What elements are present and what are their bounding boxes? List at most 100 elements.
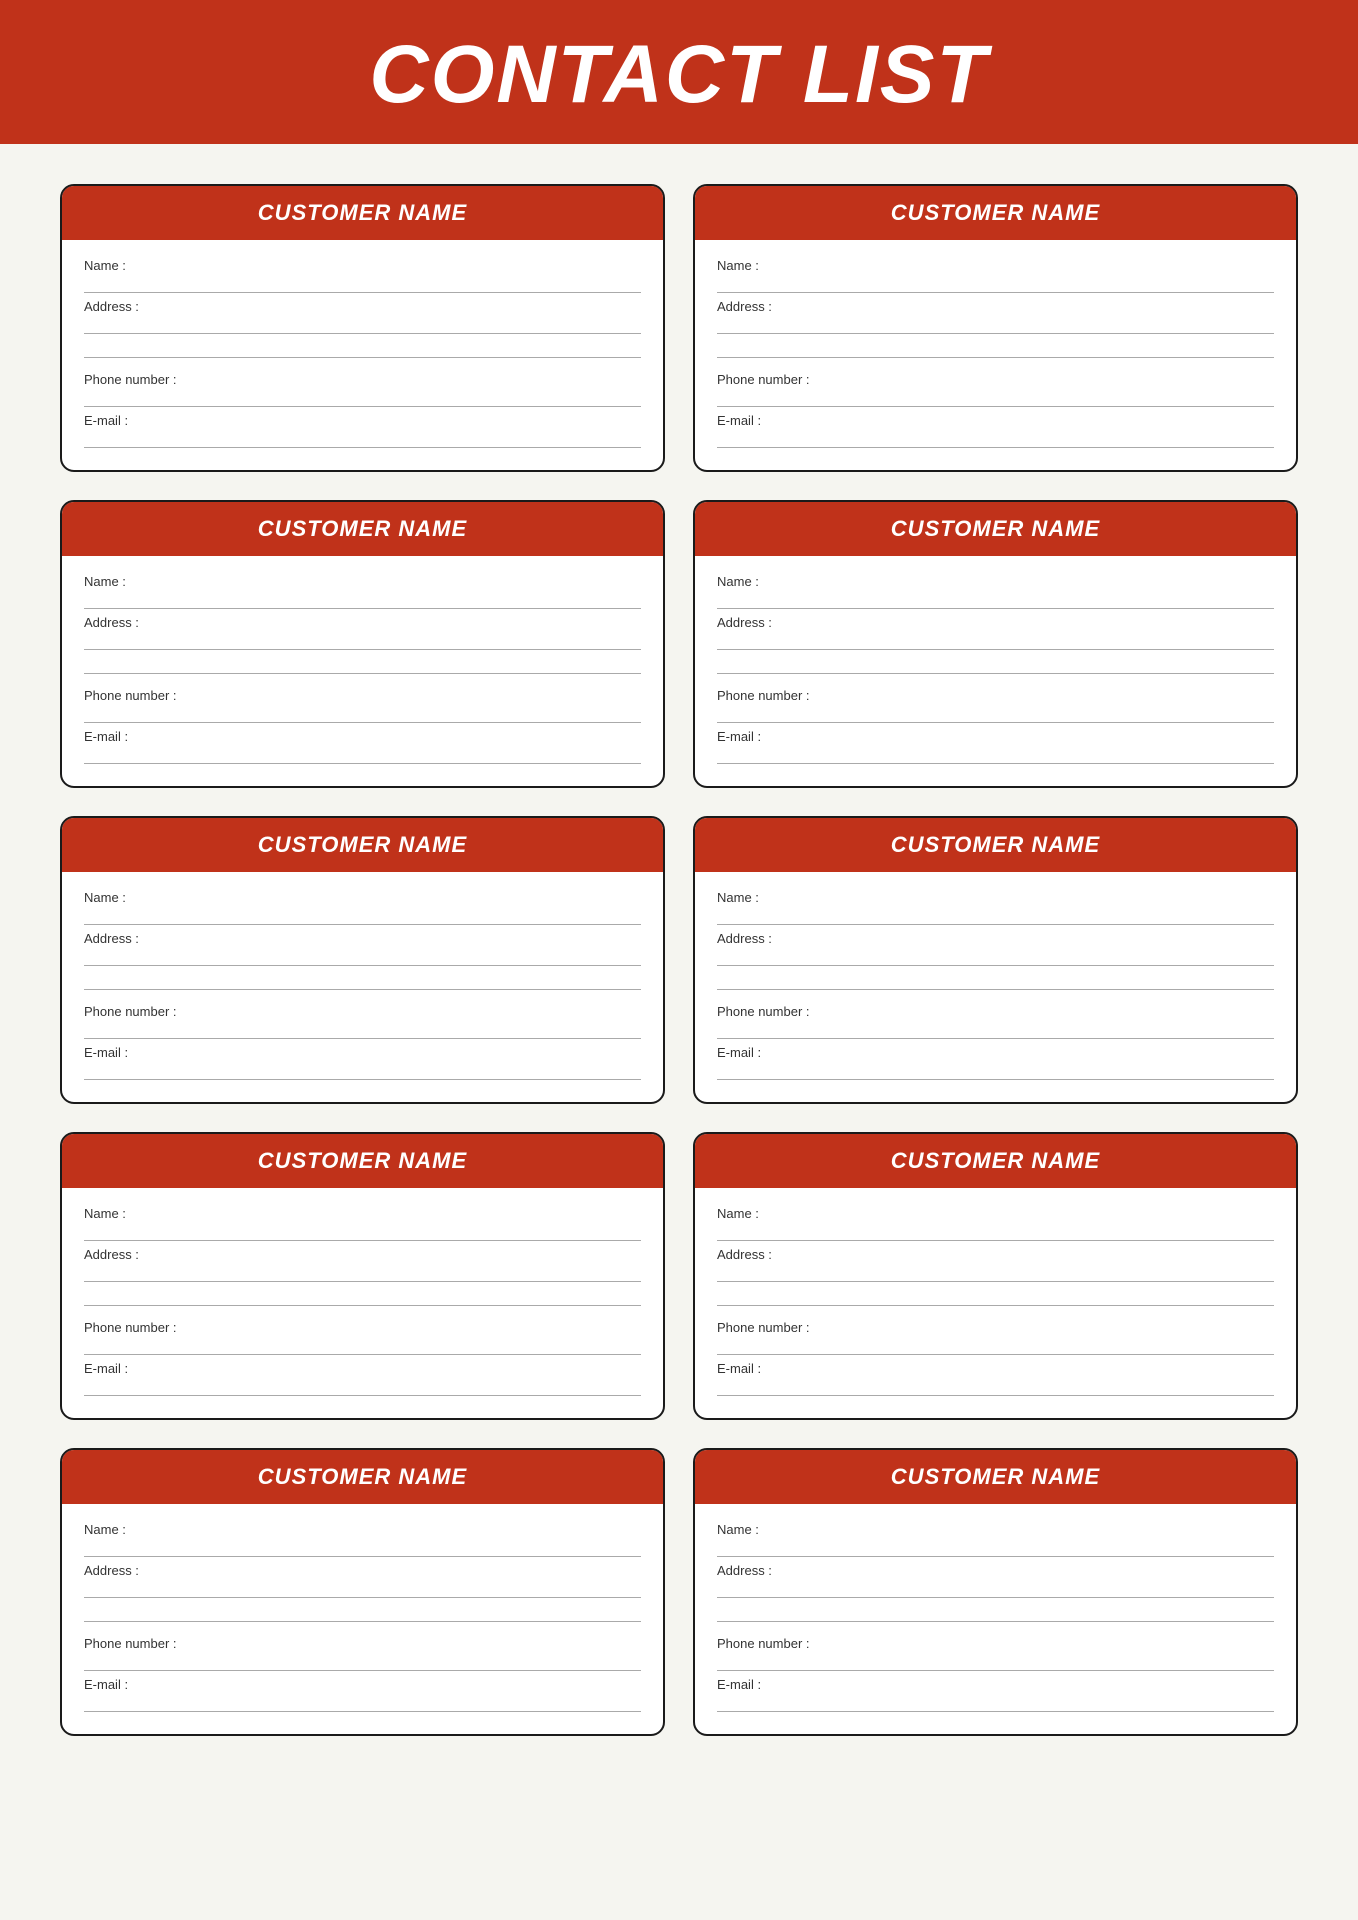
address-line1-1 — [84, 316, 641, 334]
email-line-8 — [717, 1378, 1274, 1396]
email-label-8: E-mail : — [717, 1361, 1274, 1376]
phone-label-3: Phone number : — [84, 688, 641, 703]
name-field-9: Name : — [84, 1522, 641, 1557]
phone-field-7: Phone number : — [84, 1320, 641, 1355]
email-line-4 — [717, 746, 1274, 764]
address-field-10: Address : — [717, 1563, 1274, 1622]
card-body-9: Name : Address : Phone number : E-mail : — [62, 1504, 663, 1734]
card-header-title-6: CUSTOMER NAME — [705, 832, 1286, 858]
phone-line-6 — [717, 1021, 1274, 1039]
card-header-9: CUSTOMER NAME — [62, 1450, 663, 1504]
name-label-8: Name : — [717, 1206, 1274, 1221]
address-field-7: Address : — [84, 1247, 641, 1306]
address-line2-2 — [717, 340, 1274, 358]
email-field-8: E-mail : — [717, 1361, 1274, 1396]
name-label-9: Name : — [84, 1522, 641, 1537]
address-line2-5 — [84, 972, 641, 990]
name-line-9 — [84, 1539, 641, 1557]
card-body-1: Name : Address : Phone number : E-mail : — [62, 240, 663, 470]
name-field-4: Name : — [717, 574, 1274, 609]
name-line-8 — [717, 1223, 1274, 1241]
phone-label-9: Phone number : — [84, 1636, 641, 1651]
contact-card-5: CUSTOMER NAME Name : Address : Phone num… — [60, 816, 665, 1104]
contact-card-6: CUSTOMER NAME Name : Address : Phone num… — [693, 816, 1298, 1104]
card-body-4: Name : Address : Phone number : E-mail : — [695, 556, 1296, 786]
address-line2-1 — [84, 340, 641, 358]
address-line2-6 — [717, 972, 1274, 990]
phone-field-9: Phone number : — [84, 1636, 641, 1671]
contact-card-2: CUSTOMER NAME Name : Address : Phone num… — [693, 184, 1298, 472]
email-label-7: E-mail : — [84, 1361, 641, 1376]
address-line1-4 — [717, 632, 1274, 650]
name-field-5: Name : — [84, 890, 641, 925]
email-field-3: E-mail : — [84, 729, 641, 764]
phone-line-9 — [84, 1653, 641, 1671]
email-line-2 — [717, 430, 1274, 448]
phone-line-10 — [717, 1653, 1274, 1671]
email-field-5: E-mail : — [84, 1045, 641, 1080]
contact-card-1: CUSTOMER NAME Name : Address : Phone num… — [60, 184, 665, 472]
name-line-3 — [84, 591, 641, 609]
phone-line-8 — [717, 1337, 1274, 1355]
phone-field-10: Phone number : — [717, 1636, 1274, 1671]
email-line-5 — [84, 1062, 641, 1080]
email-line-6 — [717, 1062, 1274, 1080]
address-line1-7 — [84, 1264, 641, 1282]
card-body-2: Name : Address : Phone number : E-mail : — [695, 240, 1296, 470]
phone-field-6: Phone number : — [717, 1004, 1274, 1039]
phone-field-3: Phone number : — [84, 688, 641, 723]
phone-label-5: Phone number : — [84, 1004, 641, 1019]
email-line-3 — [84, 746, 641, 764]
address-label-8: Address : — [717, 1247, 1274, 1262]
card-header-title-2: CUSTOMER NAME — [705, 200, 1286, 226]
email-field-4: E-mail : — [717, 729, 1274, 764]
email-label-5: E-mail : — [84, 1045, 641, 1060]
email-label-10: E-mail : — [717, 1677, 1274, 1692]
address-line1-5 — [84, 948, 641, 966]
phone-label-2: Phone number : — [717, 372, 1274, 387]
phone-line-7 — [84, 1337, 641, 1355]
email-field-7: E-mail : — [84, 1361, 641, 1396]
card-body-8: Name : Address : Phone number : E-mail : — [695, 1188, 1296, 1418]
address-label-10: Address : — [717, 1563, 1274, 1578]
card-header-title-9: CUSTOMER NAME — [72, 1464, 653, 1490]
email-line-10 — [717, 1694, 1274, 1712]
cards-row-1: CUSTOMER NAME Name : Address : Phone num… — [60, 184, 1298, 472]
name-line-10 — [717, 1539, 1274, 1557]
contact-card-10: CUSTOMER NAME Name : Address : Phone num… — [693, 1448, 1298, 1736]
email-label-2: E-mail : — [717, 413, 1274, 428]
card-header-10: CUSTOMER NAME — [695, 1450, 1296, 1504]
address-field-3: Address : — [84, 615, 641, 674]
card-header-title-3: CUSTOMER NAME — [72, 516, 653, 542]
name-line-6 — [717, 907, 1274, 925]
address-label-2: Address : — [717, 299, 1274, 314]
card-header-3: CUSTOMER NAME — [62, 502, 663, 556]
card-header-title-1: CUSTOMER NAME — [72, 200, 653, 226]
name-label-2: Name : — [717, 258, 1274, 273]
card-body-5: Name : Address : Phone number : E-mail : — [62, 872, 663, 1102]
address-line2-4 — [717, 656, 1274, 674]
name-label-4: Name : — [717, 574, 1274, 589]
contact-card-4: CUSTOMER NAME Name : Address : Phone num… — [693, 500, 1298, 788]
phone-field-8: Phone number : — [717, 1320, 1274, 1355]
page-title: CONTACT LIST — [0, 28, 1358, 122]
name-line-1 — [84, 275, 641, 293]
address-label-9: Address : — [84, 1563, 641, 1578]
address-line1-8 — [717, 1264, 1274, 1282]
name-field-10: Name : — [717, 1522, 1274, 1557]
email-field-1: E-mail : — [84, 413, 641, 448]
email-label-4: E-mail : — [717, 729, 1274, 744]
phone-label-1: Phone number : — [84, 372, 641, 387]
card-header-7: CUSTOMER NAME — [62, 1134, 663, 1188]
card-body-7: Name : Address : Phone number : E-mail : — [62, 1188, 663, 1418]
card-header-4: CUSTOMER NAME — [695, 502, 1296, 556]
page-header: CONTACT LIST — [0, 0, 1358, 144]
card-header-title-7: CUSTOMER NAME — [72, 1148, 653, 1174]
address-field-9: Address : — [84, 1563, 641, 1622]
address-field-2: Address : — [717, 299, 1274, 358]
name-label-3: Name : — [84, 574, 641, 589]
email-line-9 — [84, 1694, 641, 1712]
card-body-6: Name : Address : Phone number : E-mail : — [695, 872, 1296, 1102]
phone-line-2 — [717, 389, 1274, 407]
name-line-5 — [84, 907, 641, 925]
